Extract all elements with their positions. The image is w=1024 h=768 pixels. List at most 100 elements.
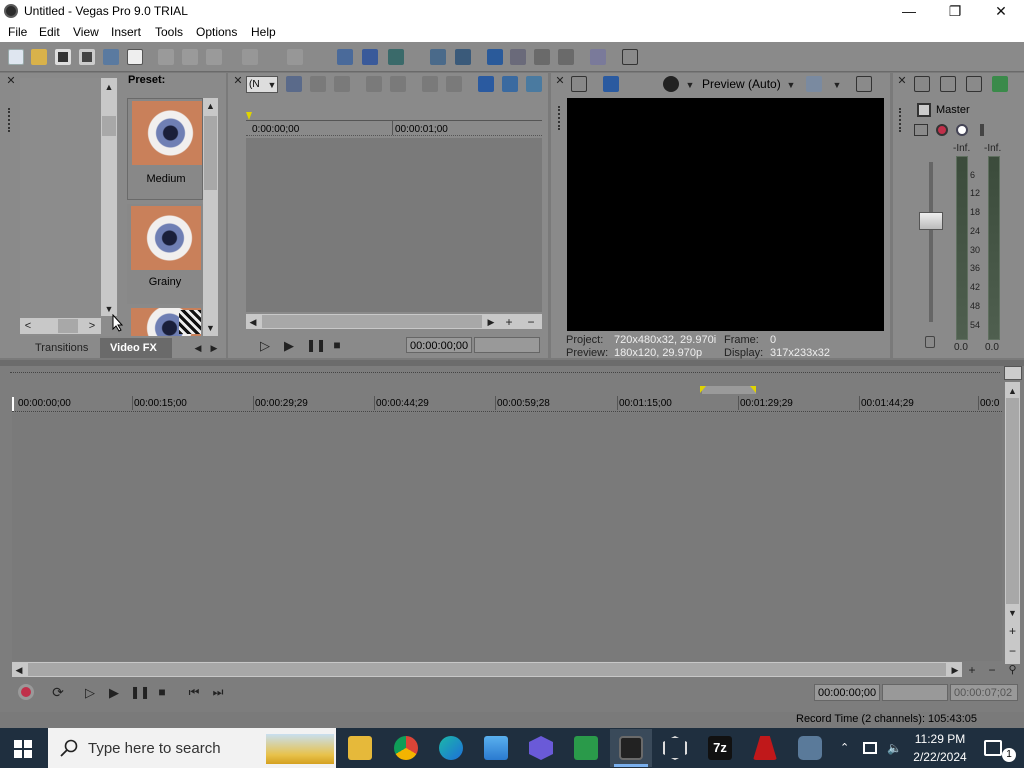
- menu-tools[interactable]: Tools: [155, 25, 183, 39]
- scroll-up-icon[interactable]: ▲: [1005, 386, 1020, 396]
- loop-end-marker[interactable]: [750, 386, 756, 393]
- track-zoom-out-icon[interactable]: −: [1005, 644, 1020, 658]
- render-icon[interactable]: [103, 49, 119, 65]
- fx-tree-hscroll-thumb[interactable]: [58, 319, 78, 333]
- preset-item-medium[interactable]: Medium: [127, 98, 203, 200]
- lock-icon[interactable]: [925, 336, 935, 348]
- track-zoom-in-icon[interactable]: +: [1005, 624, 1020, 638]
- master-fader-handle[interactable]: [919, 212, 943, 230]
- trimmer-split-view-icon[interactable]: [526, 76, 542, 92]
- selection-edit-tool-icon[interactable]: [534, 49, 550, 65]
- trimmer-view-icon[interactable]: [478, 76, 494, 92]
- trimmer-area[interactable]: [246, 138, 542, 312]
- downmix-icon[interactable]: [940, 76, 956, 92]
- trimmer-scroll-thumb[interactable]: [262, 315, 482, 328]
- trimmer-ruler[interactable]: 0:00:00;00 00:00:01;00: [246, 120, 542, 136]
- overlays-icon[interactable]: [663, 76, 679, 92]
- timeline-track-area[interactable]: [12, 413, 1002, 661]
- insert-fx-icon[interactable]: [914, 124, 928, 136]
- trimmer-fx-icon[interactable]: [286, 76, 302, 92]
- panel-grip-icon[interactable]: [8, 108, 12, 132]
- enable-snapping-icon[interactable]: [337, 49, 353, 65]
- clock-time[interactable]: 11:29 PM: [912, 732, 968, 746]
- marker-toggle-icon[interactable]: [1004, 366, 1022, 380]
- tab-scroll-left-icon[interactable]: ◀: [192, 343, 204, 354]
- open-icon[interactable]: [31, 49, 47, 65]
- stop-icon[interactable]: ■: [154, 685, 170, 699]
- edge-icon[interactable]: [439, 736, 463, 760]
- cut-icon[interactable]: [158, 49, 174, 65]
- fx-tree-scroll-thumb[interactable]: [102, 116, 116, 136]
- scroll-right-icon[interactable]: >: [86, 320, 98, 332]
- chevron-down-icon[interactable]: ▼: [786, 80, 796, 90]
- panel-close-icon[interactable]: ✕: [555, 74, 565, 87]
- windows-start-icon[interactable]: [14, 740, 32, 758]
- ignore-grouping-icon[interactable]: [455, 49, 471, 65]
- play-icon[interactable]: ▶: [106, 685, 122, 701]
- copy-icon[interactable]: [182, 49, 198, 65]
- trimmer-monitor-icon[interactable]: [502, 76, 518, 92]
- play-icon[interactable]: ▶: [282, 338, 296, 354]
- stop-icon[interactable]: ■: [330, 338, 344, 352]
- menu-edit[interactable]: Edit: [39, 25, 60, 39]
- solo-icon[interactable]: [956, 124, 968, 136]
- preset-item-grainy[interactable]: Grainy: [127, 204, 203, 304]
- scroll-down-icon[interactable]: ▼: [1005, 608, 1020, 618]
- trimmer-split-icon[interactable]: [422, 76, 438, 92]
- record-icon[interactable]: [18, 684, 34, 700]
- panel-close-icon[interactable]: ✕: [6, 74, 16, 87]
- trimmer-clear-icon[interactable]: [334, 76, 350, 92]
- master-fader-track[interactable]: [929, 162, 933, 322]
- menu-file[interactable]: File: [8, 25, 27, 39]
- save-icon[interactable]: [55, 49, 71, 65]
- menu-insert[interactable]: Insert: [111, 25, 141, 39]
- timeline-hscroll-thumb[interactable]: [28, 663, 946, 676]
- trimmer-insert-icon[interactable]: [446, 76, 462, 92]
- taskbar-search-box[interactable]: Type here to search: [48, 728, 336, 768]
- ripple-edit-icon[interactable]: [388, 49, 404, 65]
- normal-edit-tool-icon[interactable]: [487, 49, 503, 65]
- panel-grip-icon[interactable]: [899, 108, 903, 132]
- scroll-up-icon[interactable]: ▲: [101, 82, 117, 92]
- chevron-down-icon[interactable]: ▼: [685, 80, 695, 90]
- scroll-right-icon[interactable]: ▶: [950, 665, 960, 676]
- file-explorer-icon[interactable]: [348, 736, 372, 760]
- show-hidden-icons-chevron[interactable]: ⌃: [840, 741, 852, 754]
- chrome-icon[interactable]: [394, 736, 418, 760]
- panel-close-icon[interactable]: ✕: [897, 74, 907, 87]
- media-generators-icon[interactable]: [590, 49, 606, 65]
- tab-transitions[interactable]: Transitions: [35, 342, 88, 354]
- timeline-ruler[interactable]: 00:00:00;00 00:00:15;00 00:00:29;29 00:0…: [12, 396, 1002, 412]
- undo-icon[interactable]: [242, 49, 258, 65]
- save-as-icon[interactable]: [79, 49, 95, 65]
- menu-options[interactable]: Options: [196, 25, 237, 39]
- external-monitor-icon[interactable]: [603, 76, 619, 92]
- preset-scroll-thumb[interactable]: [204, 116, 217, 190]
- properties-icon[interactable]: [127, 49, 143, 65]
- chevron-down-icon[interactable]: ▼: [832, 80, 842, 90]
- go-to-start-icon[interactable]: ⏮: [186, 685, 202, 700]
- clock-date[interactable]: 2/22/2024: [908, 750, 972, 764]
- mixer-properties-icon[interactable]: [914, 76, 930, 92]
- tab-scroll-right-icon[interactable]: ▶: [208, 343, 220, 354]
- scroll-down-icon[interactable]: ▼: [101, 304, 117, 314]
- add-bus-icon[interactable]: [992, 76, 1008, 92]
- mute-icon[interactable]: [936, 124, 948, 136]
- scroll-right-icon[interactable]: ▶: [486, 317, 496, 328]
- timeline-grip[interactable]: [10, 372, 1000, 374]
- menu-help[interactable]: Help: [251, 25, 276, 39]
- redo-icon[interactable]: [287, 49, 303, 65]
- scroll-left-icon[interactable]: ◀: [248, 317, 258, 328]
- zoom-in-icon[interactable]: +: [503, 315, 515, 329]
- grid-icon[interactable]: [806, 76, 822, 92]
- scroll-left-icon[interactable]: ◀: [14, 665, 24, 676]
- fx-tree-vscroll[interactable]: [101, 78, 117, 316]
- new-project-icon[interactable]: [8, 49, 24, 65]
- tab-video-fx[interactable]: Video FX: [100, 338, 172, 358]
- lock-envelopes-icon[interactable]: [430, 49, 446, 65]
- trimmer-dropdown[interactable]: (N ▼: [246, 76, 278, 93]
- 7zip-icon[interactable]: 7z: [708, 736, 732, 760]
- taskbar-active-app[interactable]: [610, 729, 652, 767]
- copy-snapshot-icon[interactable]: [856, 76, 872, 92]
- zoom-tool-icon[interactable]: ⚲: [1005, 663, 1020, 676]
